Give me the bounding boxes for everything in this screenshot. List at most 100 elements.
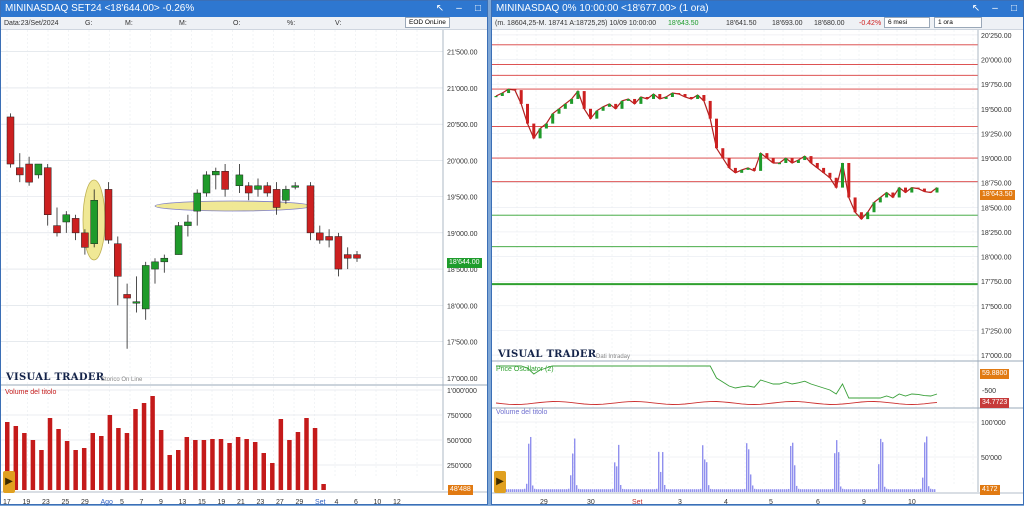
expand-panel-button[interactable]: ▶: [3, 471, 15, 493]
candle-body: [244, 185, 253, 194]
candle-body: [343, 254, 352, 259]
pct-change-field: -0.42%: [859, 20, 882, 27]
candle-body: [670, 93, 674, 97]
volume-bar: [312, 428, 318, 490]
volume-bar: [662, 452, 664, 492]
candle-body: [6, 116, 15, 165]
minimize-icon[interactable]: –: [988, 2, 1002, 16]
volume-bar: [832, 488, 834, 492]
volume-bar: [638, 489, 640, 492]
volume-bar: [790, 445, 792, 492]
candle-body: [790, 158, 794, 163]
volume-bar: [900, 489, 902, 492]
volume-bar: [81, 448, 87, 490]
candle-body: [809, 156, 813, 163]
y-axis-label: 18'750.00: [981, 181, 1012, 188]
volume-bar: [884, 486, 886, 492]
candle-body: [114, 243, 122, 277]
oscillator-line: [496, 365, 938, 399]
volume-bar: [814, 489, 816, 492]
volume-bar: [676, 489, 678, 492]
volume-bar: [570, 475, 572, 492]
volume-bar: [874, 489, 876, 492]
candle-body: [532, 123, 536, 139]
candle-body: [834, 177, 838, 188]
y-axis-label: 18'500.00: [981, 205, 1012, 212]
m2-field: M:: [179, 20, 187, 27]
volume-bar: [666, 488, 668, 492]
draw-tool-icon[interactable]: ↖: [969, 2, 983, 16]
candle-body: [500, 93, 504, 96]
volume-bar: [287, 440, 292, 490]
volume-bar: [630, 489, 632, 492]
candle-body: [715, 118, 718, 149]
y-axis-label: 20'500.00: [447, 122, 478, 129]
volume-bar: [133, 409, 138, 490]
maximize-icon[interactable]: □: [1007, 2, 1021, 16]
volume-bar: [634, 489, 636, 492]
interval-select[interactable]: 1 ora: [934, 17, 982, 28]
candle-body: [221, 171, 229, 190]
volume-bar: [664, 484, 666, 492]
candle-body: [765, 153, 769, 159]
volume-bar: [528, 443, 530, 492]
candle-body: [62, 214, 71, 223]
candle-body: [815, 162, 819, 168]
volume-bar: [772, 489, 774, 492]
candle-body: [507, 89, 511, 94]
volume-bar: [838, 452, 840, 492]
v-field: V:: [335, 20, 342, 27]
candle-body: [43, 167, 52, 215]
candle-body: [513, 89, 517, 91]
volume-bar: [516, 489, 518, 492]
volume-bar: [526, 483, 528, 492]
source-select[interactable]: EOD OnLine: [405, 17, 450, 28]
y-axis-label: 18'000.00: [981, 255, 1012, 262]
maximize-icon[interactable]: □: [471, 2, 485, 16]
y-axis-label: 19'000.00: [447, 231, 478, 238]
volume-bar: [610, 489, 612, 492]
volume-bar: [908, 489, 910, 492]
volume-bar: [752, 485, 754, 492]
volume-bar: [856, 489, 858, 492]
volume-bar: [252, 442, 258, 490]
candle-body: [235, 174, 244, 187]
volume-bar: [522, 489, 524, 492]
volume-bar: [932, 489, 934, 492]
volume-bar: [858, 489, 860, 492]
right-titlebar: MININASDAQ 0% 10:00:00 <18'677.00> (1 or…: [492, 1, 1023, 17]
range-select[interactable]: 6 mesi: [884, 17, 930, 28]
minimize-icon[interactable]: –: [452, 2, 466, 16]
volume-bar: [794, 465, 796, 492]
y-axis-label: 19'000.00: [981, 156, 1012, 163]
date-field: Data:23/Set/2024: [4, 20, 59, 27]
candle-body: [828, 172, 832, 178]
oscillator-label: Price Oscillator (2): [496, 366, 554, 373]
candle-body: [104, 189, 113, 241]
volume-bar: [922, 477, 924, 492]
draw-tool-icon[interactable]: ↖: [433, 2, 447, 16]
candle-body: [306, 185, 315, 234]
volume-bar: [546, 489, 548, 492]
volume-bar: [544, 489, 546, 492]
volume-bar: [930, 488, 932, 492]
volume-bar: [64, 441, 70, 490]
volume-bar: [802, 489, 804, 492]
volume-bar: [714, 489, 716, 492]
volume-bar: [784, 489, 786, 492]
low-field: 18'680.00: [814, 20, 845, 27]
volume-bar: [816, 489, 818, 492]
expand-panel-button[interactable]: ▶: [494, 471, 506, 493]
volume-bar: [914, 489, 916, 492]
candle-body: [316, 232, 324, 241]
y-axis-label: 17'500.00: [981, 304, 1012, 311]
candle-body: [614, 103, 618, 109]
candle-body: [519, 90, 523, 104]
volume-bar: [810, 489, 812, 492]
volume-bar: [934, 489, 936, 492]
last-volume-tag: 4172: [980, 485, 1000, 495]
volume-bar: [670, 489, 672, 492]
y-axis-label: 19'500.00: [447, 195, 478, 202]
volume-bar: [806, 489, 808, 492]
volume-bar: [796, 485, 798, 492]
